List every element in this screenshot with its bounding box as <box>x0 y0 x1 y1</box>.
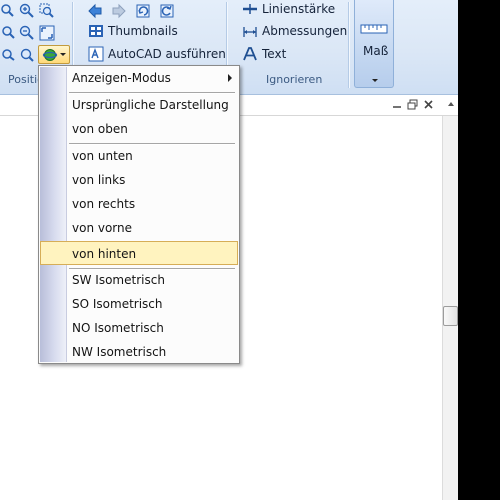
lineweight-button[interactable]: Linienstärke <box>242 0 335 18</box>
menu-item-label: von oben <box>72 122 128 136</box>
text-icon <box>243 47 257 61</box>
lineweight-icon <box>243 4 257 14</box>
menu-item-label: von hinten <box>72 247 137 261</box>
menu-item-label: von vorne <box>72 221 133 235</box>
menu-item-label: von rechts <box>72 197 136 211</box>
autocad-label: AutoCAD ausführen <box>108 47 226 61</box>
text-button[interactable]: Text <box>242 45 286 63</box>
ribbon-separator <box>348 2 349 88</box>
menu-item-sw-isometric[interactable]: SW Isometrisch <box>40 269 238 291</box>
menu-item-back-view[interactable]: von hinten <box>40 241 238 265</box>
restore-window-icon[interactable] <box>407 99 418 110</box>
menu-separator <box>69 143 235 144</box>
menu-item-label: von unten <box>72 149 133 163</box>
zoom-in-icon[interactable] <box>18 2 36 20</box>
zoom-realtime-icon[interactable] <box>18 46 36 64</box>
menu-item-display-mode[interactable]: Anzeigen-Modus <box>40 67 238 89</box>
back-arrow-icon[interactable] <box>86 2 104 20</box>
view-dropdown-menu: Anzeigen-Modus Ursprüngliche Darstellung… <box>38 65 240 364</box>
lineweight-label: Linienstärke <box>262 2 336 16</box>
close-icon[interactable] <box>423 99 434 110</box>
scroll-up-icon[interactable] <box>447 100 455 108</box>
orbit-icon[interactable] <box>0 46 18 64</box>
menu-item-left-view[interactable]: von links <box>40 169 238 191</box>
text-label: Text <box>262 47 287 61</box>
zoom-previous-icon[interactable] <box>0 24 18 42</box>
autocad-icon <box>88 46 104 62</box>
pan-icon[interactable] <box>0 2 18 20</box>
view-orbit-icon <box>42 48 58 61</box>
view-orbit-dropdown-button[interactable] <box>38 45 70 64</box>
dimensions-icon <box>243 27 257 37</box>
menu-item-se-isometric[interactable]: SO Isometrisch <box>40 293 238 315</box>
menu-item-top-view[interactable]: von oben <box>40 118 238 140</box>
zoom-window-icon[interactable] <box>38 2 56 20</box>
thumbnails-label: Thumbnails <box>108 24 178 38</box>
app-window: Position Thumbnails AutoCAD ausführen Li… <box>0 0 458 500</box>
menu-item-label: von links <box>72 173 126 187</box>
chevron-down-icon <box>60 53 66 56</box>
menu-item-nw-isometric[interactable]: NW Isometrisch <box>40 341 238 363</box>
menu-item-bottom-view[interactable]: von unten <box>40 145 238 167</box>
menu-item-label: SO Isometrisch <box>72 297 163 311</box>
menu-item-original-view[interactable]: Ursprüngliche Darstellung <box>40 94 238 116</box>
menu-item-ne-isometric[interactable]: NO Isometrisch <box>40 317 238 339</box>
menu-item-right-view[interactable]: von rechts <box>40 193 238 215</box>
zoom-extents-icon[interactable] <box>38 24 56 42</box>
menu-item-label: SW Isometrisch <box>72 273 165 287</box>
group-label-ignore: Ignorieren <box>266 73 323 86</box>
minimize-icon[interactable] <box>392 100 402 110</box>
mass-label: Maß <box>363 44 389 58</box>
thumbnails-button[interactable]: Thumbnails <box>88 22 178 40</box>
zoom-out-icon[interactable] <box>18 24 36 42</box>
thumbnails-icon <box>89 25 103 37</box>
menu-item-label: NW Isometrisch <box>72 345 167 359</box>
forward-arrow-icon[interactable] <box>110 2 128 20</box>
dimensions-button[interactable]: Abmessungen <box>242 22 347 40</box>
menu-item-label: Ursprüngliche Darstellung <box>72 98 229 112</box>
mass-button[interactable]: Maß <box>354 0 394 88</box>
refresh-icon[interactable] <box>158 2 176 20</box>
restore-icon[interactable] <box>134 2 152 20</box>
ruler-icon <box>360 24 388 34</box>
autocad-button[interactable]: AutoCAD ausführen <box>88 45 226 63</box>
menu-item-label: Anzeigen-Modus <box>72 71 171 85</box>
chevron-down-icon <box>372 79 378 82</box>
scrollbar-thumb[interactable] <box>443 306 458 326</box>
chevron-right-icon <box>228 74 232 82</box>
menu-separator <box>69 92 235 93</box>
menu-item-front-view[interactable]: von vorne <box>40 217 238 239</box>
dimensions-label: Abmessungen <box>262 24 348 38</box>
menu-item-label: NO Isometrisch <box>72 321 164 335</box>
